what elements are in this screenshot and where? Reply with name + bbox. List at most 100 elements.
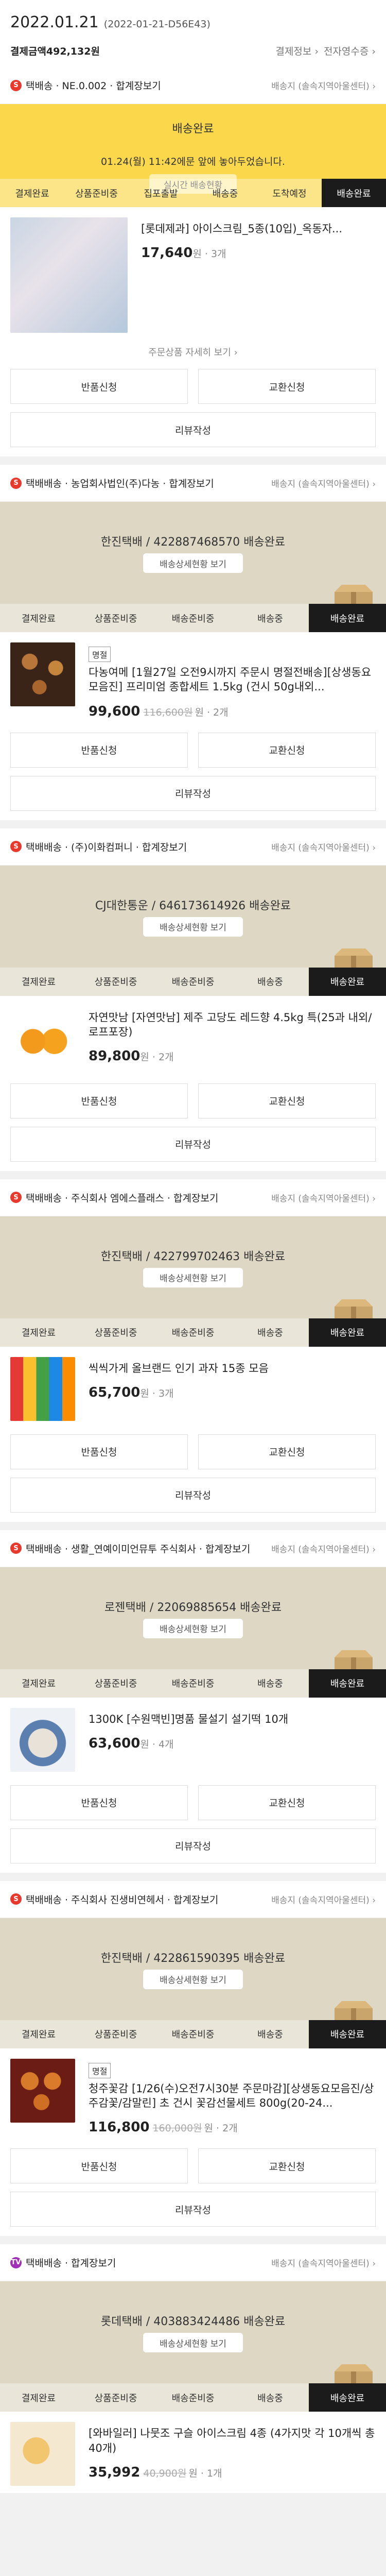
- tracking-button[interactable]: 배송상세현황 보기: [143, 2333, 243, 2353]
- product-name[interactable]: [롯데제과] 아이스크림_5종(10입)_옥동자...: [141, 222, 376, 236]
- product-item[interactable]: [롯데제과] 아이스크림_5종(10입)_옥동자... 17,640원 · 3개: [0, 207, 386, 340]
- seller-name[interactable]: 택배배송 · 주식회사 진생비연헤서 · 합계장보기: [26, 1892, 218, 1906]
- seller-badge: S: [10, 1192, 22, 1204]
- product-item[interactable]: [와바일러] 나뭇조 구슬 아이스크림 4종 (4가지맛 각 10개씩 총 40…: [0, 2412, 386, 2493]
- delivery-status-text: 한진택배 / 422799702463 배송완료: [100, 1250, 286, 1263]
- product-item[interactable]: 자연맛남 [자연맛남] 제주 고당도 레드향 4.5kg 특(25과 내외/로프…: [0, 996, 386, 1077]
- delivery-status-banner: CJ대한통운 / 646173614926 배송완료 배송상세현황 보기 결제완료 상…: [0, 865, 386, 996]
- product-item[interactable]: 명절 청주꽃감 [1/26(수)오전7시30분 주문마감][상생동요모음진/상주감…: [0, 2048, 386, 2143]
- shipment-group: S 택배배송 · 생활_연예이미언뮤투 주식회사 · 합계장보기 배송지 (솔속…: [0, 1530, 386, 1873]
- product-thumbnail[interactable]: [10, 1006, 75, 1070]
- seller-header: S 택배배송 · 농업회사법인(주)다농 · 합계장보기 배송지 (솔속지역아울…: [0, 465, 386, 502]
- product-name[interactable]: [와바일러] 나뭇조 구슬 아이스크림 4종 (4가지맛 각 10개씩 총 40…: [89, 2426, 376, 2455]
- review-button[interactable]: 리뷰작성: [10, 1126, 376, 1162]
- product-thumbnail[interactable]: [10, 1357, 75, 1421]
- tracking-button[interactable]: 배송상세현황 보기: [143, 553, 243, 573]
- delivery-step: 배송중: [193, 179, 257, 207]
- product-thumbnail[interactable]: [10, 217, 128, 333]
- product-item[interactable]: 1300K [수원맥빈]명품 물설기 설기떡 10개 63,600원 · 4개: [0, 1698, 386, 1779]
- delivery-step: 배송준비중: [154, 1318, 232, 1347]
- delivery-address-link[interactable]: 배송지 (솔속지역아울센터) ›: [271, 840, 376, 853]
- review-button[interactable]: 리뷰작성: [10, 1477, 376, 1513]
- review-button[interactable]: 리뷰작성: [10, 775, 376, 811]
- tracking-button[interactable]: 배송상세현황 보기: [143, 917, 243, 937]
- delivery-address-link[interactable]: 배송지 (솔속지역아울센터) ›: [271, 1191, 376, 1204]
- tracking-button[interactable]: 배송상세현황 보기: [143, 1618, 243, 1638]
- delivery-address-link[interactable]: 배송지 (솔속지역아울센터) ›: [271, 477, 376, 489]
- product-thumbnail[interactable]: [10, 2058, 75, 2123]
- delivery-address-link[interactable]: 배송지 (솔속지역아울센터) ›: [271, 1542, 376, 1555]
- seller-badge: TV: [10, 2257, 22, 2268]
- shipment-group: S 택배송 · NE.0.002 · 합계장보기 배송지 (솔속지역아울센터) …: [0, 67, 386, 456]
- delivery-step: 배송완료: [309, 1318, 386, 1347]
- product-name[interactable]: 1300K [수원맥빈]명품 물설기 설기떡 10개: [89, 1712, 376, 1726]
- seller-badge: S: [10, 79, 22, 91]
- product-thumbnail[interactable]: [10, 1707, 75, 1772]
- product-item[interactable]: 명절 다농여메 [1월27일 오전9시까지 주문시 명절전배송][상생동요모음진]…: [0, 632, 386, 726]
- exchange-button[interactable]: 교환신청: [198, 2148, 376, 2184]
- review-button[interactable]: 리뷰작성: [10, 1828, 376, 1863]
- delivery-step: 배송완료: [309, 967, 386, 996]
- seller-name[interactable]: 택배배송 · 농업회사법인(주)다농 · 합계장보기: [26, 476, 214, 490]
- exchange-button[interactable]: 교환신청: [198, 1785, 376, 1820]
- review-button[interactable]: 리뷰작성: [10, 2192, 376, 2227]
- delivery-status-banner: 한진택배 / 422799702463 배송완료 배송상세현황 보기 결제완료 상품준…: [0, 1216, 386, 1347]
- return-button[interactable]: 반품신청: [10, 1083, 188, 1118]
- seller-header: S 택배배송 · 주식회사 엠에스플래스 · 합계장보기 배송지 (솔속지역아울…: [0, 1179, 386, 1216]
- delivery-step-tabs: 결제완료 상품준비중 배송준비중 배송중 배송완료: [0, 1669, 386, 1698]
- delivery-address-link[interactable]: 배송지 (솔속지역아울센터) ›: [271, 79, 376, 92]
- seller-name[interactable]: 택배송 · NE.0.002 · 합계장보기: [26, 78, 161, 92]
- exchange-button[interactable]: 교환신청: [198, 369, 376, 404]
- shipment-group: S 택배배송 · 주식회사 진생비연헤서 · 합계장보기 배송지 (솔속지역아울…: [0, 1880, 386, 2236]
- delivery-status-text: 로젠택배 / 22069885654 배송완료: [104, 1601, 282, 1614]
- product-price: 89,800: [89, 1048, 141, 1064]
- return-button[interactable]: 반품신청: [10, 732, 188, 768]
- original-price: 116,600원: [143, 706, 193, 718]
- product-thumbnail[interactable]: [10, 2422, 75, 2486]
- delivery-step: 배송완료: [322, 179, 386, 207]
- original-price: 40,900원: [143, 2468, 187, 2480]
- product-name[interactable]: 자연맛남 [자연맛남] 제주 고당도 레드향 4.5kg 특(25과 내외/로프…: [89, 1010, 376, 1040]
- delivery-step: 결제완료: [0, 1318, 77, 1347]
- exchange-button[interactable]: 교환신청: [198, 1434, 376, 1469]
- product-thumbnail[interactable]: [10, 642, 75, 706]
- delivery-step: 배송중: [232, 2020, 309, 2048]
- delivery-step: 배송중: [232, 2383, 309, 2412]
- exchange-button[interactable]: 교환신청: [198, 732, 376, 768]
- tracking-button[interactable]: 배송상세현황 보기: [143, 1969, 243, 1989]
- seller-name[interactable]: 택배배송 · (주)이화컴퍼니 · 합계장보기: [26, 840, 187, 854]
- seller-name[interactable]: 택배배송 · 주식회사 엠에스플래스 · 합계장보기: [26, 1191, 218, 1205]
- return-button[interactable]: 반품신청: [10, 1434, 188, 1469]
- delivery-address-link[interactable]: 배송지 (솔속지역아울센터) ›: [271, 2256, 376, 2269]
- product-name[interactable]: 청주꽃감 [1/26(수)오전7시30분 주문마감][상생동요모음진/상주감꽃/…: [89, 2081, 376, 2111]
- product-name[interactable]: 씩씩가게 올브랜드 인기 과자 15종 모음: [89, 1361, 376, 1376]
- delivery-address-link[interactable]: 배송지 (솔속지역아울센터) ›: [271, 1893, 376, 1906]
- delivery-step: 배송중: [232, 1318, 309, 1347]
- seller-name[interactable]: 택배배송 · 합계장보기: [26, 2256, 116, 2269]
- seller-header: TV 택배배송 · 합계장보기 배송지 (솔속지역아울센터) ›: [0, 2244, 386, 2282]
- delivery-step: 결제완료: [0, 179, 64, 207]
- product-unit: 원 · 2개: [204, 2123, 238, 2134]
- delivery-step: 상품준비중: [77, 967, 154, 996]
- seller-name[interactable]: 택배배송 · 생활_연예이미언뮤투 주식회사 · 합계장보기: [26, 1541, 250, 1555]
- seller-header: S 택배송 · NE.0.002 · 합계장보기 배송지 (솔속지역아울센터) …: [0, 67, 386, 104]
- product-unit: 원 · 4개: [140, 1739, 174, 1751]
- product-name[interactable]: 다농여메 [1월27일 오전9시까지 주문시 명절전배송][상생동요모음진] 프…: [89, 665, 376, 694]
- return-button[interactable]: 반품신청: [10, 369, 188, 404]
- return-button[interactable]: 반품신청: [10, 2148, 188, 2184]
- return-button[interactable]: 반품신청: [10, 1785, 188, 1820]
- review-button[interactable]: 리뷰작성: [10, 412, 376, 447]
- delivery-step: 상품준비중: [77, 2383, 154, 2412]
- payment-info-link[interactable]: 결제정보 ›: [275, 44, 319, 58]
- order-detail-link[interactable]: 주문상품 자세히 보기 ›: [0, 340, 386, 363]
- product-price: 99,600: [89, 703, 141, 719]
- delivery-status-text: 배송완료: [172, 123, 214, 135]
- receipt-link[interactable]: 전자영수증 ›: [324, 44, 376, 58]
- product-item[interactable]: 씩씩가게 올브랜드 인기 과자 15종 모음 65,700원 · 3개: [0, 1347, 386, 1428]
- tracking-button[interactable]: 배송상세현황 보기: [143, 1267, 243, 1287]
- order-number: (2022-01-21-D56E43): [103, 19, 210, 30]
- product-price: 35,992: [89, 2465, 141, 2481]
- delivery-step: 상품준비중: [64, 179, 129, 207]
- seller-badge: S: [10, 1893, 22, 1905]
- exchange-button[interactable]: 교환신청: [198, 1083, 376, 1118]
